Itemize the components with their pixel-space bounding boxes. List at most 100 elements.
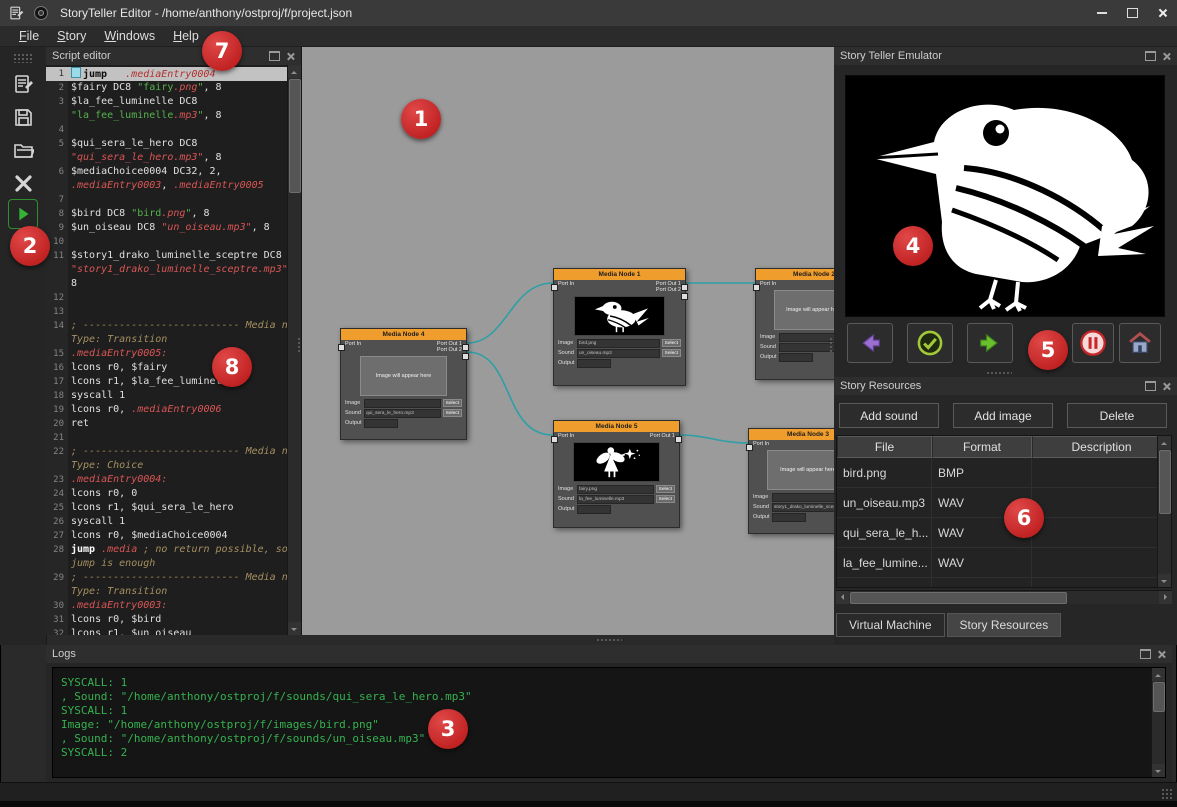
port-in-label: Port In xyxy=(760,281,776,287)
column-header-description[interactable]: Description xyxy=(1032,436,1171,458)
input-port[interactable] xyxy=(753,284,760,291)
script-editor-header: Script editor xyxy=(46,47,301,65)
menu-story[interactable]: Story xyxy=(48,29,95,43)
node-title[interactable]: Media Node 3 xyxy=(749,429,834,440)
node-output-row: Output xyxy=(554,358,685,368)
delete-button[interactable]: Delete xyxy=(1067,403,1167,428)
output-port[interactable] xyxy=(681,293,688,300)
scroll-down-arrow[interactable] xyxy=(288,622,301,635)
scroll-thumb[interactable] xyxy=(1159,450,1171,514)
resize-grip[interactable] xyxy=(1161,788,1173,800)
toolbar-grip[interactable] xyxy=(13,53,33,63)
new-script-button[interactable] xyxy=(8,69,38,99)
logs-scrollbar[interactable] xyxy=(1151,668,1165,777)
scroll-right-arrow[interactable] xyxy=(1159,591,1172,604)
select-button[interactable]: Select xyxy=(656,485,675,493)
splitter-handle[interactable] xyxy=(986,371,1012,376)
close-button[interactable] xyxy=(1147,0,1177,26)
scroll-left-arrow[interactable] xyxy=(836,591,849,604)
scroll-down-arrow[interactable] xyxy=(1152,764,1165,777)
code-line: 20ret xyxy=(46,417,288,431)
column-header-format[interactable]: Format xyxy=(932,436,1032,458)
float-panel-icon[interactable] xyxy=(1145,381,1156,391)
line-number: 31 xyxy=(46,613,68,627)
output-port[interactable] xyxy=(675,436,682,443)
logs-output[interactable]: SYSCALL: 1, Sound: "/home/anthony/ostpro… xyxy=(52,667,1166,778)
code-line: 1jump .mediaEntry0004 xyxy=(46,67,288,81)
select-button[interactable]: Select xyxy=(662,349,681,357)
save-button[interactable] xyxy=(8,102,38,132)
scroll-down-arrow[interactable] xyxy=(1158,574,1171,587)
splitter-handle[interactable] xyxy=(596,638,622,643)
scroll-thumb[interactable] xyxy=(1153,682,1165,712)
menu-help[interactable]: Help xyxy=(164,29,208,43)
code-line: 10 xyxy=(46,235,288,249)
line-number: 25 xyxy=(46,501,68,515)
emulator-home-button[interactable] xyxy=(1119,323,1161,363)
node-image-label: Image xyxy=(753,494,770,500)
node-5[interactable]: Media Node 5Port InPort Out 1Imagefairy.… xyxy=(553,420,680,528)
close-project-button[interactable] xyxy=(8,168,38,198)
table-scrollbar[interactable] xyxy=(1157,436,1171,587)
emulator-ok-button[interactable] xyxy=(907,323,953,363)
output-port[interactable] xyxy=(462,344,469,351)
node-title[interactable]: Media Node 5 xyxy=(554,421,679,432)
input-port[interactable] xyxy=(551,284,558,291)
emulator-next-button[interactable] xyxy=(967,323,1013,363)
open-project-button[interactable] xyxy=(8,135,38,165)
port-in-label: Port In xyxy=(558,433,574,439)
select-button[interactable]: Select xyxy=(656,495,675,503)
scroll-thumb[interactable] xyxy=(850,592,1067,604)
close-panel-icon[interactable] xyxy=(286,52,295,61)
node-title[interactable]: Media Node 4 xyxy=(341,329,466,340)
select-button[interactable]: Select xyxy=(443,409,462,417)
close-panel-icon[interactable] xyxy=(1162,382,1171,391)
tab-story-resources[interactable]: Story Resources xyxy=(947,613,1062,637)
emulator-previous-button[interactable] xyxy=(847,323,893,363)
float-panel-icon[interactable] xyxy=(1145,51,1156,61)
select-button[interactable]: Select xyxy=(662,339,681,347)
scroll-up-arrow[interactable] xyxy=(1158,436,1171,449)
window-controls xyxy=(1087,0,1177,26)
table-row[interactable]: fairy.pngBMP xyxy=(837,578,1171,588)
script-editor[interactable]: 1jump .mediaEntry00042$fairy DC8 "fairy.… xyxy=(46,65,301,635)
close-panel-icon[interactable] xyxy=(1157,650,1166,659)
run-button[interactable] xyxy=(8,199,38,229)
output-port[interactable] xyxy=(681,284,688,291)
menu-file[interactable]: File xyxy=(10,29,48,43)
node-graph-canvas[interactable]: Media Node 4Port InPort Out 1Port Out 2I… xyxy=(302,47,834,635)
scroll-up-arrow[interactable] xyxy=(288,65,301,78)
input-port[interactable] xyxy=(746,444,753,451)
menu-windows[interactable]: Windows xyxy=(95,29,164,43)
input-port[interactable] xyxy=(551,436,558,443)
minimize-button[interactable] xyxy=(1087,0,1117,26)
float-panel-icon[interactable] xyxy=(269,51,280,61)
close-panel-icon[interactable] xyxy=(1162,52,1171,61)
tab-virtual-machine[interactable]: Virtual Machine xyxy=(836,613,945,637)
node-2[interactable]: Media Node 2Port InPort Out 1Image will … xyxy=(755,268,834,380)
connection-wire xyxy=(467,283,553,343)
add-image-button[interactable]: Add image xyxy=(953,403,1053,428)
column-header-file[interactable]: File xyxy=(837,436,932,458)
output-port[interactable] xyxy=(462,353,469,360)
input-port[interactable] xyxy=(338,344,345,351)
node-title[interactable]: Media Node 2 xyxy=(756,269,834,280)
float-panel-icon[interactable] xyxy=(1140,649,1151,659)
select-button[interactable]: Select xyxy=(443,399,462,407)
node-sound-row: Soundstory1_drako_luminelle_sceptre.mp3S… xyxy=(749,502,834,512)
scroll-thumb[interactable] xyxy=(289,79,301,193)
table-row[interactable]: bird.pngBMP xyxy=(837,458,1171,488)
splitter-handle[interactable] xyxy=(297,337,302,353)
maximize-button[interactable] xyxy=(1117,0,1147,26)
add-sound-button[interactable]: Add sound xyxy=(839,403,939,428)
node-3[interactable]: Media Node 3Port InPort Out 1Image will … xyxy=(748,428,834,534)
scroll-up-arrow[interactable] xyxy=(1152,668,1165,681)
table-row[interactable]: la_fee_lumine...WAV xyxy=(837,548,1171,578)
line-number: 23 xyxy=(46,473,68,487)
table-hscrollbar[interactable] xyxy=(836,590,1172,604)
node-image-value xyxy=(772,493,834,502)
emulator-pause-button[interactable] xyxy=(1072,323,1114,363)
node-1[interactable]: Media Node 1Port InPort Out 1Port Out 2I… xyxy=(553,268,686,386)
node-4[interactable]: Media Node 4Port InPort Out 1Port Out 2I… xyxy=(340,328,467,440)
node-title[interactable]: Media Node 1 xyxy=(554,269,685,280)
